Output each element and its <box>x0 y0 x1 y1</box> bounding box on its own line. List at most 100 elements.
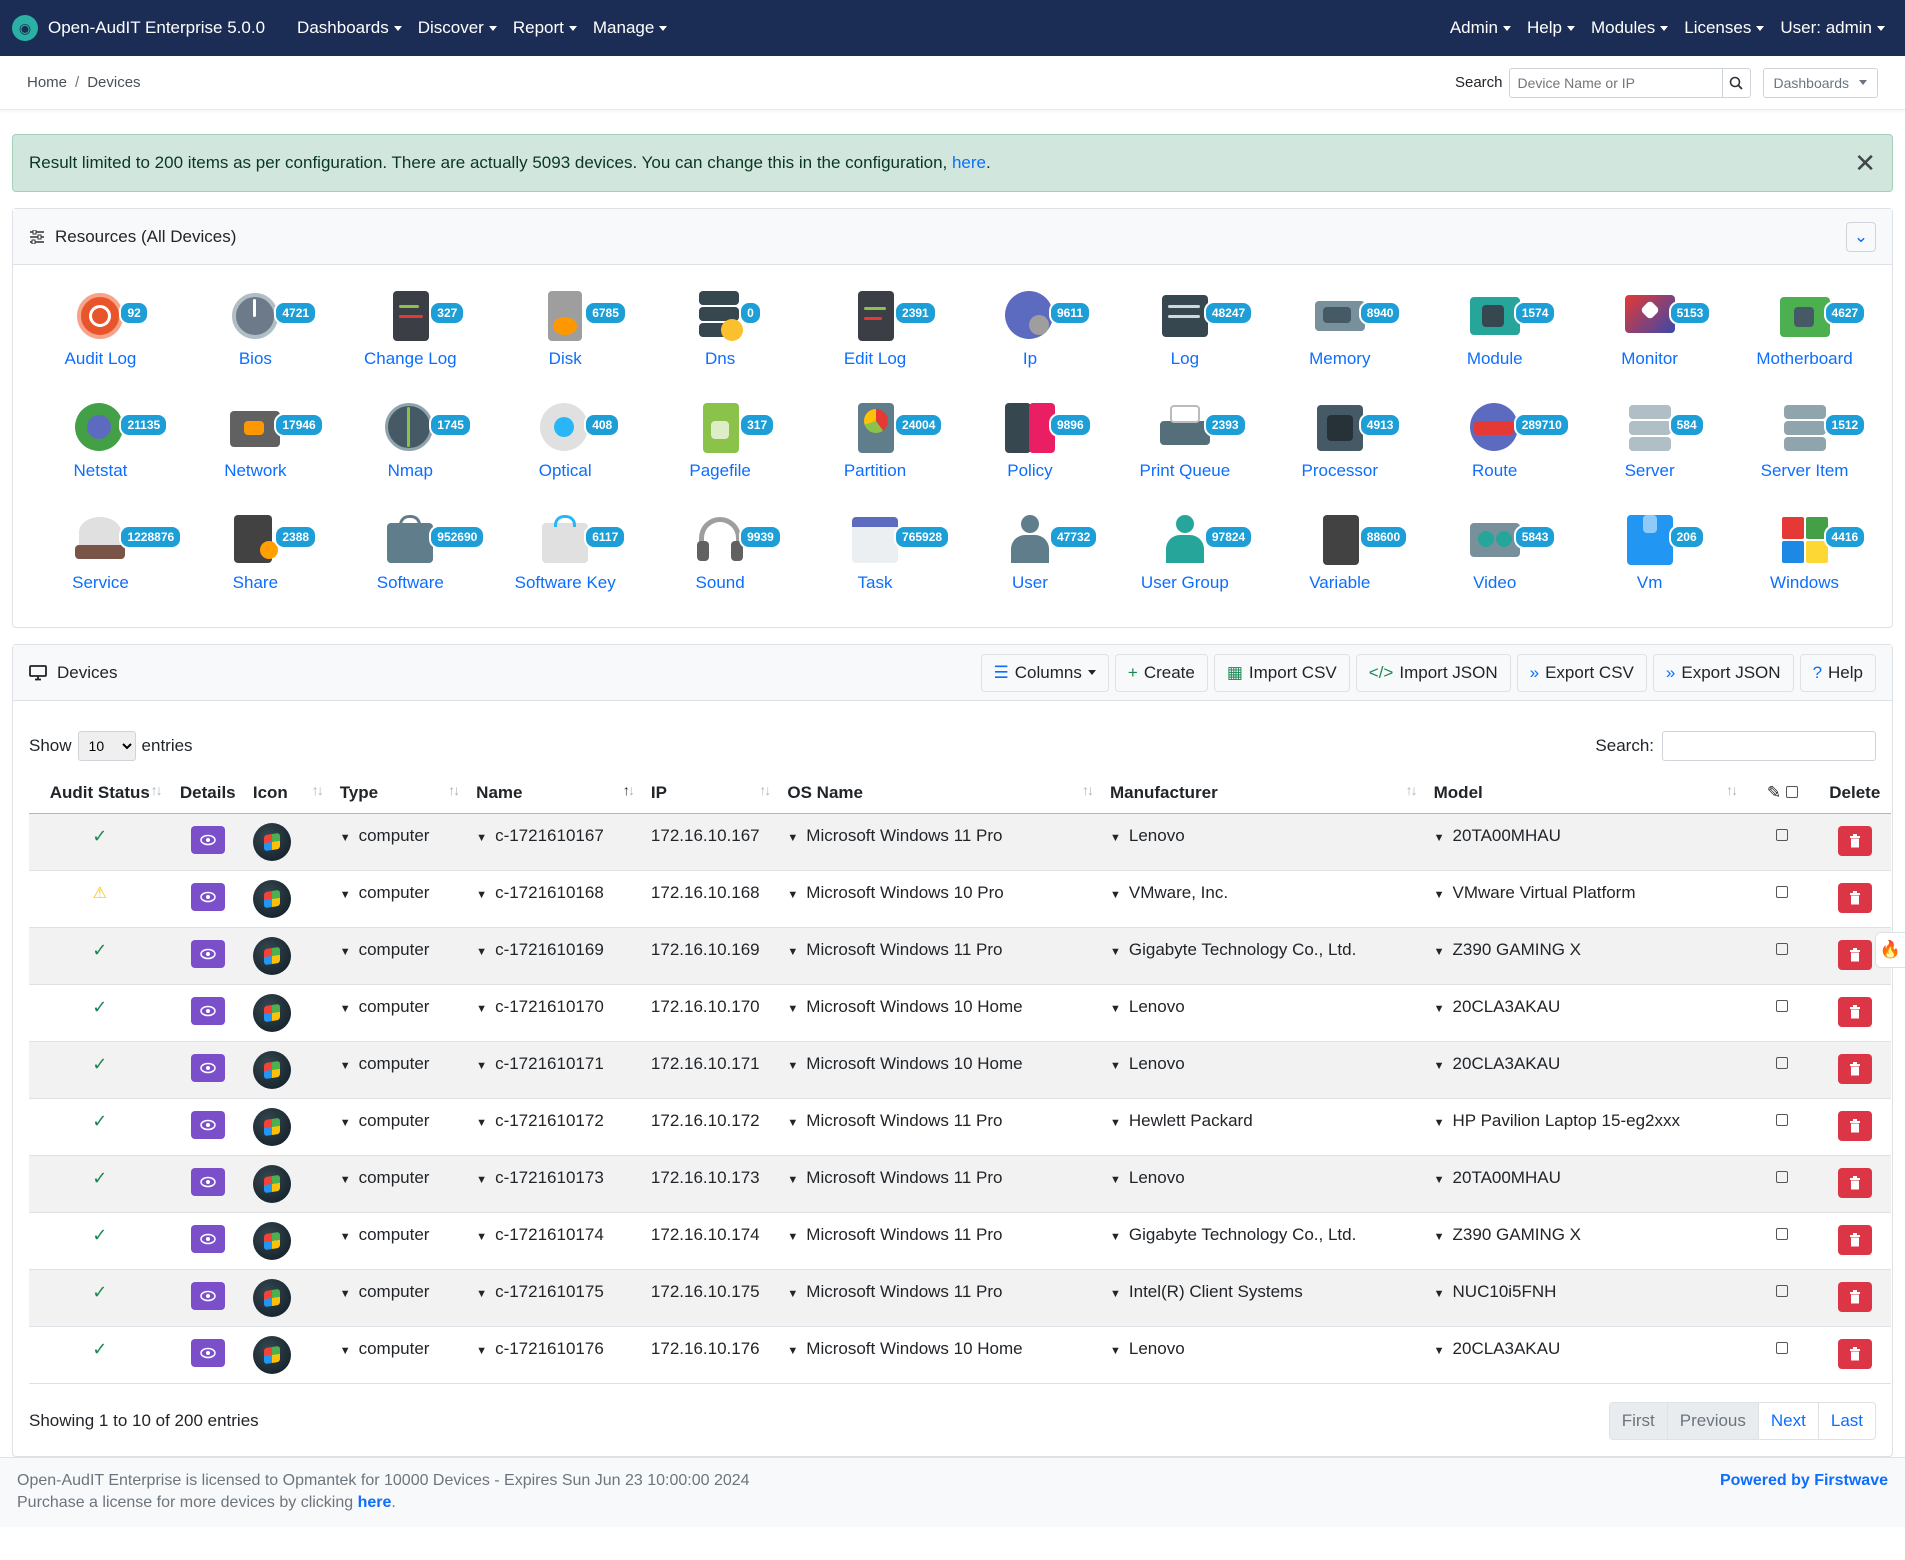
filter-icon[interactable]: ▼ <box>340 1060 351 1072</box>
select-all-checkbox[interactable] <box>1785 785 1798 798</box>
import-csv-button[interactable]: ▦ Import CSV <box>1213 653 1350 692</box>
filter-icon[interactable]: ▼ <box>1110 1003 1121 1015</box>
filter-icon[interactable]: ▼ <box>476 946 487 958</box>
resource-windows[interactable]: 4416 Windows <box>1727 503 1882 609</box>
filter-icon[interactable]: ▼ <box>340 1288 351 1300</box>
filter-icon[interactable]: ▼ <box>1434 1288 1445 1300</box>
resource-ip[interactable]: 9611 Ip <box>953 279 1108 385</box>
filter-icon[interactable]: ▼ <box>340 1231 351 1243</box>
powered-by-link[interactable]: Powered by Firstwave <box>1720 1472 1888 1490</box>
filter-icon[interactable]: ▼ <box>1110 1174 1121 1186</box>
nav-help[interactable]: Help <box>1519 18 1583 38</box>
col-type[interactable]: Type ↑↓ <box>331 773 469 814</box>
row-checkbox[interactable] <box>1776 1341 1789 1354</box>
details-button[interactable] <box>190 882 225 911</box>
delete-button[interactable] <box>1837 825 1872 856</box>
col-ip[interactable]: IP ↑↓ <box>642 773 780 814</box>
resource-server-item[interactable]: 1512 Server Item <box>1727 391 1882 497</box>
resource-print-queue[interactable]: 2393 Print Queue <box>1107 391 1262 497</box>
dashboards-select[interactable]: Dashboards <box>1762 67 1878 98</box>
delete-button[interactable] <box>1837 1167 1872 1198</box>
export-csv-button[interactable]: » Export CSV <box>1516 653 1647 692</box>
resource-share[interactable]: 2388 Share <box>178 503 333 609</box>
resource-user[interactable]: 47732 User <box>953 503 1108 609</box>
filter-icon[interactable]: ▼ <box>787 1117 798 1129</box>
filter-icon[interactable]: ▼ <box>1434 1345 1445 1357</box>
resource-partition[interactable]: 24004 Partition <box>798 391 953 497</box>
create-button[interactable]: + Create <box>1114 653 1208 692</box>
resource-change-log[interactable]: 327 Change Log <box>333 279 488 385</box>
filter-icon[interactable]: ▼ <box>787 1288 798 1300</box>
row-checkbox[interactable] <box>1776 999 1789 1012</box>
col-audit-status[interactable]: Audit Status ↑↓ <box>29 773 171 814</box>
search-button[interactable] <box>1722 67 1751 98</box>
filter-icon[interactable]: ▼ <box>476 889 487 901</box>
delete-button[interactable] <box>1837 1110 1872 1141</box>
nav-modules[interactable]: Modules <box>1583 18 1676 38</box>
nav-user[interactable]: User: admin <box>1772 18 1893 38</box>
resource-sound[interactable]: 9939 Sound <box>643 503 798 609</box>
pager-previous[interactable]: Previous <box>1666 1402 1758 1439</box>
pager-first[interactable]: First <box>1609 1402 1667 1439</box>
nav-manage[interactable]: Manage <box>585 18 675 38</box>
resource-monitor[interactable]: 5153 Monitor <box>1572 279 1727 385</box>
filter-icon[interactable]: ▼ <box>476 1345 487 1357</box>
resource-processor[interactable]: 4913 Processor <box>1262 391 1417 497</box>
col-model[interactable]: Model ↑↓ <box>1425 773 1747 814</box>
col-icon[interactable]: Icon ↑↓ <box>244 773 332 814</box>
filter-icon[interactable]: ▼ <box>476 1003 487 1015</box>
row-checkbox[interactable] <box>1776 1056 1789 1069</box>
details-button[interactable] <box>190 825 225 854</box>
nav-dashboards[interactable]: Dashboards <box>289 18 410 38</box>
filter-icon[interactable]: ▼ <box>1110 889 1121 901</box>
resource-software-key[interactable]: 6117 Software Key <box>488 503 643 609</box>
delete-button[interactable] <box>1837 1281 1872 1312</box>
pager-next[interactable]: Next <box>1757 1402 1818 1439</box>
resource-netstat[interactable]: 21135 Netstat <box>23 391 178 497</box>
delete-button[interactable] <box>1837 996 1872 1027</box>
table-search-input[interactable] <box>1662 731 1876 761</box>
entries-select[interactable]: 10 <box>77 731 136 761</box>
row-checkbox[interactable] <box>1776 885 1789 898</box>
resource-route[interactable]: 289710 Route <box>1417 391 1572 497</box>
details-button[interactable] <box>190 939 225 968</box>
resource-nmap[interactable]: 1745 Nmap <box>333 391 488 497</box>
row-checkbox[interactable] <box>1776 828 1789 841</box>
row-checkbox[interactable] <box>1776 1113 1789 1126</box>
filter-icon[interactable]: ▼ <box>1110 1231 1121 1243</box>
resource-edit-log[interactable]: 2391 Edit Log <box>798 279 953 385</box>
filter-icon[interactable]: ▼ <box>1110 832 1121 844</box>
filter-icon[interactable]: ▼ <box>340 1117 351 1129</box>
resource-audit-log[interactable]: 92 Audit Log <box>23 279 178 385</box>
row-checkbox[interactable] <box>1776 942 1789 955</box>
filter-icon[interactable]: ▼ <box>1434 946 1445 958</box>
nav-admin[interactable]: Admin <box>1442 18 1519 38</box>
delete-button[interactable] <box>1837 882 1872 913</box>
import-json-button[interactable]: </> Import JSON <box>1355 653 1511 692</box>
filter-icon[interactable]: ▼ <box>476 1117 487 1129</box>
delete-button[interactable] <box>1837 1053 1872 1084</box>
pager-last[interactable]: Last <box>1817 1402 1875 1439</box>
row-checkbox[interactable] <box>1776 1284 1789 1297</box>
columns-button[interactable]: ☰ Columns <box>980 653 1109 692</box>
filter-icon[interactable]: ▼ <box>787 1174 798 1186</box>
details-button[interactable] <box>190 1167 225 1196</box>
col-os-name[interactable]: OS Name ↑↓ <box>779 773 1102 814</box>
resource-server[interactable]: 584 Server <box>1572 391 1727 497</box>
filter-icon[interactable]: ▼ <box>1434 1231 1445 1243</box>
brand[interactable]: ◉ Open-AudIT Enterprise 5.0.0 <box>12 15 265 41</box>
nav-report[interactable]: Report <box>505 18 585 38</box>
resource-service[interactable]: 1228876 Service <box>23 503 183 609</box>
filter-icon[interactable]: ▼ <box>340 889 351 901</box>
filter-icon[interactable]: ▼ <box>1434 1174 1445 1186</box>
export-json-button[interactable]: » Export JSON <box>1652 653 1794 692</box>
resource-network[interactable]: 17946 Network <box>178 391 333 497</box>
details-button[interactable] <box>190 1338 225 1367</box>
resource-optical[interactable]: 408 Optical <box>488 391 643 497</box>
filter-icon[interactable]: ▼ <box>1434 889 1445 901</box>
details-button[interactable] <box>190 1281 225 1310</box>
nav-discover[interactable]: Discover <box>410 18 505 38</box>
resource-vm[interactable]: 206 Vm <box>1572 503 1727 609</box>
close-icon[interactable]: ✕ <box>1854 148 1876 179</box>
filter-icon[interactable]: ▼ <box>476 832 487 844</box>
